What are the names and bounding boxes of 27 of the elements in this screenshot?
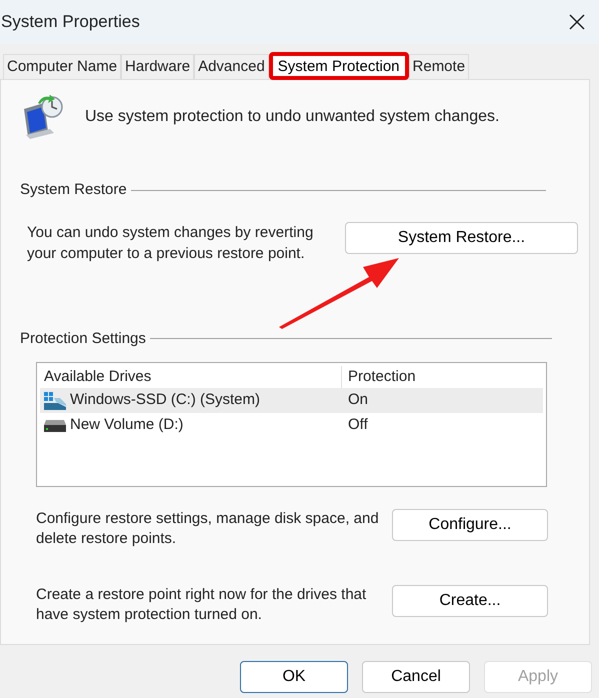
protection-status: Off — [347, 415, 368, 436]
dialog-button[interactable]: OK — [240, 661, 348, 693]
action-description: Configure restore settings, manage disk space, and delete restore points. — [36, 509, 380, 549]
tab[interactable]: System Protection — [268, 52, 409, 80]
tab[interactable]: Advanced — [194, 54, 269, 79]
restore-description: You can undo system changes by reverting your computer to a previous restore point. — [27, 222, 314, 264]
action-button[interactable]: Create... — [392, 585, 548, 617]
drive-name: New Volume (D:) — [70, 415, 184, 436]
close-icon[interactable] — [569, 14, 585, 30]
drive-icon — [44, 420, 66, 432]
tab[interactable]: Computer Name — [3, 54, 122, 79]
group-heading: Protection Settings — [20, 328, 146, 348]
tab[interactable]: Hardware — [121, 54, 194, 79]
drive-icon — [44, 392, 66, 410]
group-heading: System Restore — [20, 180, 127, 200]
drive-name: Windows-SSD (C:) (System) — [70, 390, 260, 410]
action-button[interactable]: Configure... — [392, 509, 548, 541]
protection-status: On — [347, 390, 368, 410]
intro-text: Use system protection to undo unwanted system changes. — [85, 107, 500, 127]
system-restore-button[interactable]: System Restore... — [345, 222, 578, 254]
window-title: System Properties — [1, 11, 140, 34]
dialog-button[interactable]: Cancel — [362, 661, 470, 693]
action-description: Create a restore point right now for the drives that have system protection turned on. — [36, 585, 368, 625]
column-header: Protection — [347, 366, 416, 387]
tab[interactable]: Remote — [408, 54, 470, 79]
drive-row[interactable]: New Volume (D:) Off — [40, 413, 543, 438]
drive-row[interactable]: Windows-SSD (C:) (System) On — [40, 388, 543, 413]
